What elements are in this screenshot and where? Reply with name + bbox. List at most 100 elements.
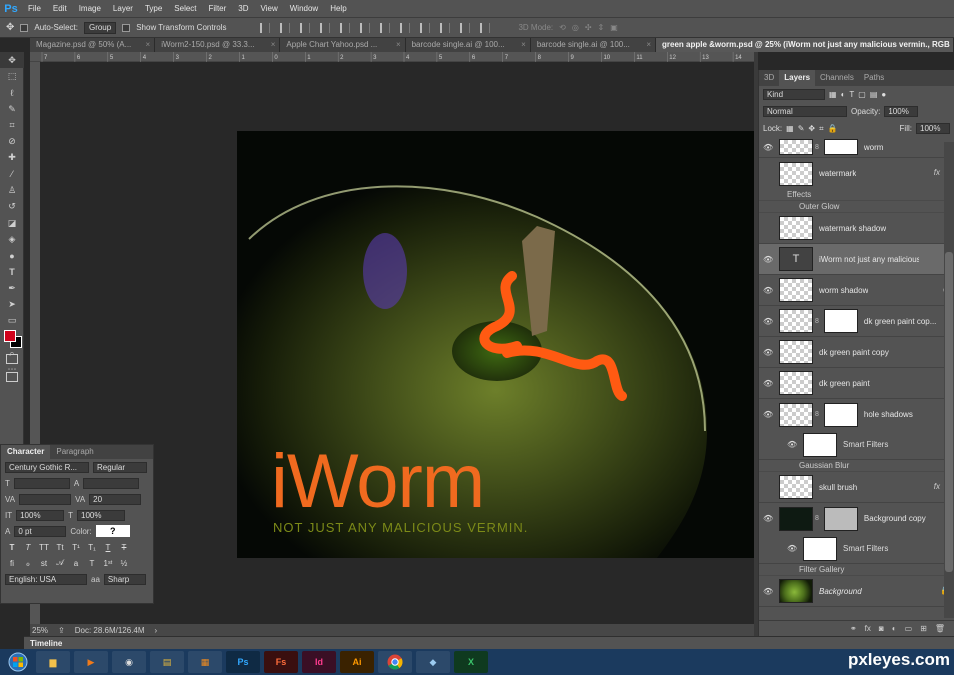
small-caps-icon[interactable]: Tt [53,543,67,552]
lock-pixels-icon[interactable]: ✎ [798,124,805,133]
layer-background-copy[interactable]: 👁 8 Background copy ⌃ [759,503,954,534]
layer-dk-green-paint-cop[interactable]: 👁 8 dk green paint cop... [759,306,954,337]
add-mask-icon[interactable]: ◙ [879,624,884,633]
filter-pixel-icon[interactable]: ▦ [829,90,837,99]
visibility-eye-icon[interactable]: 👁 [763,286,773,295]
align-bottom-icon[interactable] [300,22,311,33]
contextual-alternates-icon[interactable]: ℴ [21,559,35,568]
menu-layer[interactable]: Layer [107,0,139,18]
discretionary-ligatures-icon[interactable]: st [37,559,51,568]
language-select[interactable]: English: USA [5,573,87,585]
share-icon[interactable]: ⇪ [58,626,65,635]
distribute-center-icon[interactable] [460,22,471,33]
tab-apple-chart[interactable]: Apple Chart Yahoo.psd ... × [280,38,406,52]
tab-green-apple-worm[interactable]: green apple &worm.psd @ 25% (iWorm not j… [656,38,954,52]
underline-icon[interactable]: T [101,543,115,552]
layers-scrollbar[interactable] [944,142,954,618]
font-style-select[interactable]: Regular [93,461,147,473]
align-right-icon[interactable] [360,22,371,33]
align-left-icon[interactable] [320,22,331,33]
pen-tool-icon[interactable]: ✒ [0,280,24,296]
layer-watermark[interactable]: watermark fx ⌃ [759,158,954,189]
foreground-color-swatch[interactable] [4,330,16,342]
notes-app-icon[interactable]: ◆ [416,651,450,673]
menu-type[interactable]: Type [139,0,168,18]
eraser-tool-icon[interactable]: ◪ [0,215,24,231]
filter-type-icon[interactable]: T [849,90,854,99]
fx-icon[interactable]: fx [934,482,940,491]
smart-filters-row[interactable]: 👁 Smart Filters [759,430,954,460]
healing-brush-tool-icon[interactable]: ✚ [0,150,24,166]
quick-select-tool-icon[interactable]: ✎ [0,101,24,117]
layer-mask-thumbnail[interactable] [823,309,858,333]
crop-tool-icon[interactable]: ⌗ [0,117,24,133]
fx-icon[interactable]: fx [934,168,940,177]
start-button-icon[interactable] [4,650,32,674]
filter-gallery-row[interactable]: Filter Gallery [759,564,954,576]
paint-bucket-tool-icon[interactable]: ◈ [0,231,24,247]
tab-barcode-2[interactable]: barcode single.ai @ 100... × [530,38,657,52]
artboard[interactable]: iWorm NOT JUST ANY MALICIOUS VERMIN. [237,131,754,558]
menu-3d[interactable]: 3D [232,0,254,18]
menu-window[interactable]: Window [284,0,324,18]
layer-mask-thumbnail[interactable] [823,402,858,427]
move-tool-icon[interactable]: ✥ [0,52,24,69]
3d-roll-icon[interactable]: ◎ [572,23,579,32]
layer-mask-thumbnail[interactable] [823,139,858,155]
close-icon[interactable]: × [146,38,151,52]
horizontal-scale-field[interactable]: 100% [77,509,125,521]
excel-app-icon[interactable]: X [454,651,488,673]
visibility-eye-icon[interactable]: 👁 [763,317,773,326]
lock-position-icon[interactable]: ✥ [808,124,815,133]
grid-app-icon[interactable]: ▦ [188,651,222,673]
auto-select-dropdown[interactable]: Group [83,21,117,34]
lock-all-icon[interactable]: 🔒 [828,124,838,133]
font-size-field[interactable] [13,477,70,489]
strikethrough-icon[interactable]: T [117,543,131,552]
shape-tool-icon[interactable]: ▭ [0,313,24,329]
stylistic-alternates-icon[interactable]: a [69,559,83,568]
menu-help[interactable]: Help [324,0,352,18]
fill-field[interactable]: 100% [916,123,950,134]
menu-file[interactable]: File [22,0,47,18]
eyedropper-tool-icon[interactable]: ⊘ [0,133,24,149]
3d-rotate-icon[interactable]: ⟲ [559,23,566,32]
close-icon[interactable]: × [521,38,526,52]
3d-drag-icon[interactable]: ✣ [585,23,592,32]
layer-iworm-text[interactable]: 👁 T iWorm not just any malicious v... [759,244,954,275]
visibility-eye-icon[interactable]: 👁 [787,544,797,553]
flash-app-icon[interactable]: Fs [264,651,298,673]
filter-smart-icon[interactable]: ▤ [870,90,878,99]
outer-glow-row[interactable]: Outer Glow [759,201,954,213]
menu-edit[interactable]: Edit [47,0,73,18]
quick-mask-icon[interactable] [6,354,18,364]
path-select-tool-icon[interactable]: ➤ [0,296,24,312]
close-icon[interactable]: × [396,38,401,52]
gaussian-blur-row[interactable]: Gaussian Blur [759,460,954,472]
new-group-icon[interactable]: ▭ [905,624,913,633]
visibility-eye-icon[interactable]: 👁 [763,379,773,388]
scroll-thumb[interactable] [945,252,953,572]
subscript-icon[interactable]: T₁ [85,543,99,552]
history-brush-tool-icon[interactable]: ↺ [0,199,24,215]
archive-app-icon[interactable]: ▤ [150,651,184,673]
distribute-middle-icon[interactable] [400,22,411,33]
layer-dk-green-paint[interactable]: 👁 dk green paint ⌄ [759,368,954,399]
transform-controls-checkbox[interactable] [122,23,131,32]
visibility-eye-icon[interactable]: 👁 [763,514,773,523]
smart-filters-row-2[interactable]: 👁 Smart Filters [759,534,954,564]
indesign-app-icon[interactable]: Id [302,651,336,673]
auto-select-checkbox[interactable] [20,23,29,32]
filter-toggle-icon[interactable]: ● [881,90,886,99]
dodge-tool-icon[interactable]: ● [0,248,24,264]
layer-filter-kind[interactable]: Kind [763,89,825,100]
tab-3d[interactable]: 3D [759,70,779,86]
photoshop-app-icon[interactable]: Ps [226,651,260,673]
3d-scale-icon[interactable]: ▣ [610,23,618,32]
faux-bold-icon[interactable]: T [5,543,19,552]
type-tool-icon[interactable]: T [0,264,24,280]
kerning-field[interactable] [19,493,72,505]
vertical-scale-field[interactable]: 100% [16,509,65,521]
media-player-icon[interactable]: ▶ [74,651,108,673]
clone-stamp-tool-icon[interactable]: ♙ [0,182,24,198]
